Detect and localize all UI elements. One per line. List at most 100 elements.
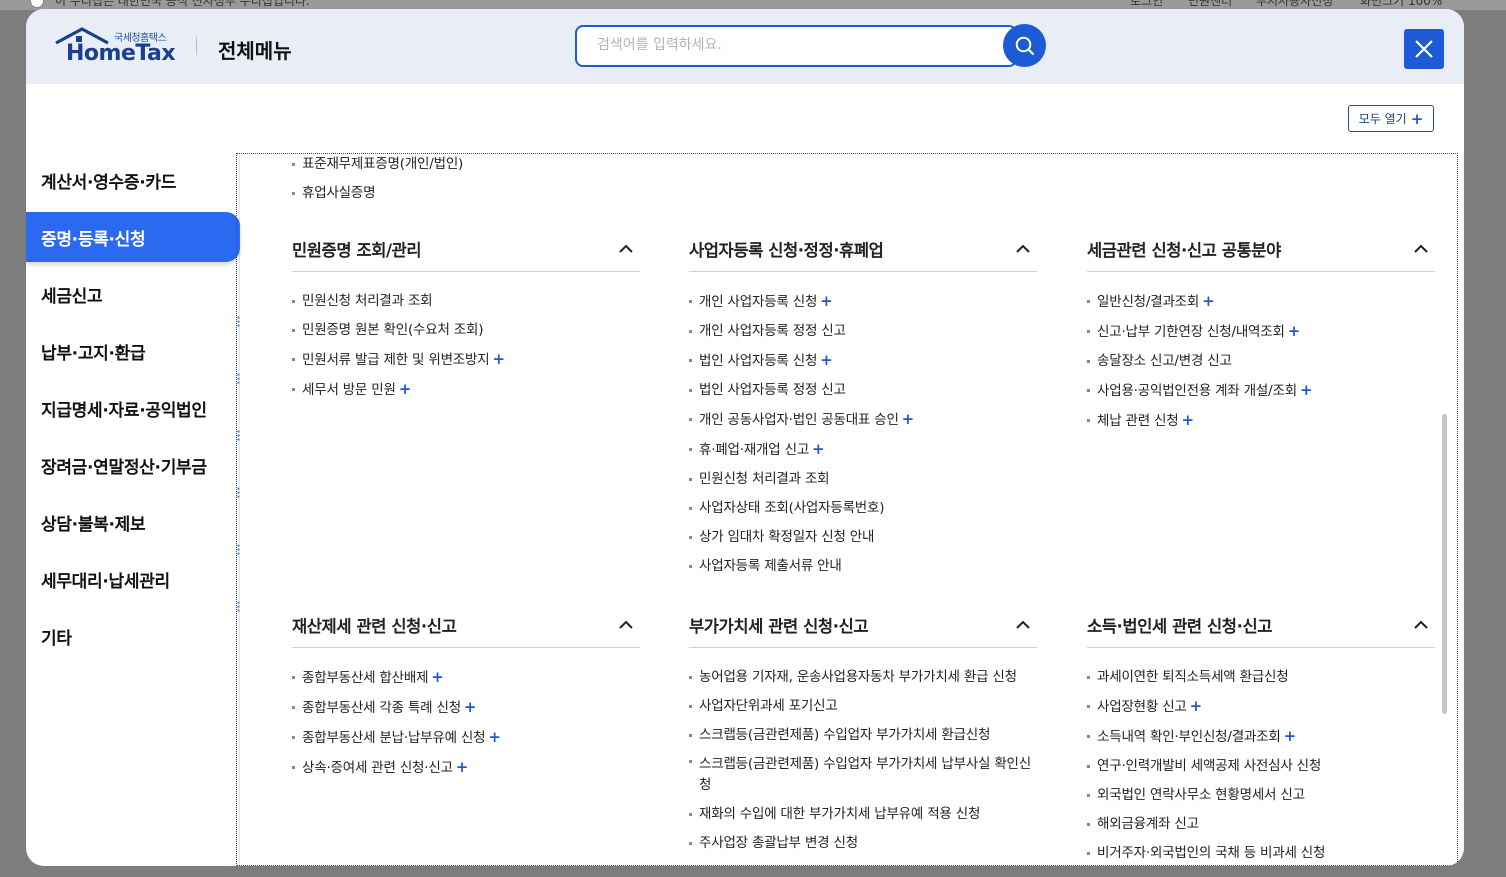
full-menu-modal: 국세청홈택스 HomeTax 전체메뉴 모두 열기 + 계산서·영수증·카드 (26, 9, 1464, 866)
section-header[interactable]: 부가가치세 관련 신청·신고 (689, 602, 1037, 648)
nav-item-incentive-yearend[interactable]: 장려금·연말정산·기부금 · · · (26, 437, 240, 503)
zoom-select[interactable]: 화면크기 100% (1360, 0, 1442, 9)
plus-icon[interactable]: + (820, 351, 833, 369)
menu-link[interactable]: 민원서류 발급 제한 및 위변조방지 + (292, 345, 640, 375)
menu-link[interactable]: 사업자상태 조회(사업자등록번호) (689, 494, 1037, 523)
section-header[interactable]: 재산제세 관련 신청·신고 (292, 602, 640, 648)
menu-link[interactable]: 신고·납부 기한연장 신청/내역조회 + (1087, 317, 1435, 347)
menu-link[interactable]: 법인 사업자등록 신청 + (689, 346, 1037, 376)
nav-item-tax-filing[interactable]: 세금신고 · · · (26, 266, 240, 332)
menu-link[interactable]: 해외금융계좌 신고 (1087, 810, 1435, 839)
link-label: 휴·폐업·재개업 신고 (699, 442, 810, 458)
plus-icon[interactable]: + (464, 698, 477, 716)
search-input[interactable] (597, 27, 997, 63)
menu-link[interactable]: 사업용·공익법인전용 계좌 개설/조회 + (1087, 376, 1435, 406)
plus-icon[interactable]: + (820, 292, 833, 310)
plus-icon[interactable]: + (1300, 381, 1313, 399)
plus-icon[interactable]: + (1284, 727, 1297, 745)
menu-link[interactable]: 상속·증여세 관련 신청·신고 + (292, 753, 640, 783)
modal-title: 전체메뉴 (218, 39, 292, 63)
menu-link[interactable]: 스크랩등(금관련제품) 수입업자 부가가치세 환급신청 (689, 721, 1037, 750)
nav-item-etc[interactable]: 기타 (26, 608, 240, 665)
menu-link[interactable]: 비거주자·외국법인의 국채 등 비과세 신청 (1087, 839, 1435, 865)
menu-link[interactable]: 과세이연한 퇴직소득세액 환급신청 (1087, 663, 1435, 692)
link-label: 민원증명 원본 확인(수요처 조회) (302, 322, 484, 338)
nav-item-tax-agent[interactable]: 세무대리·납세관리 · · · (26, 551, 240, 617)
nav-item-payment-refund[interactable]: 납부·고지·환급 · · · (26, 323, 240, 389)
plus-icon[interactable]: + (902, 410, 915, 428)
close-icon (1415, 40, 1433, 58)
menu-link[interactable]: 연구·인력개발비 세액공제 사전심사 신청 (1087, 752, 1435, 781)
menu-link[interactable]: 개인 사업자등록 정정 신고 (689, 317, 1037, 346)
plus-icon[interactable]: + (1288, 322, 1301, 340)
close-button[interactable] (1404, 29, 1444, 69)
menu-link[interactable]: 일반신청/결과조회 + (1087, 287, 1435, 317)
login-link[interactable]: 로그인 (1130, 0, 1163, 9)
menu-link[interactable]: 민원증명 원본 확인(수요처 조회) (292, 316, 640, 345)
menu-link[interactable]: 휴·폐업·재개업 신고 + (689, 435, 1037, 465)
nav-item-invoice-receipt-card[interactable]: 계산서·영수증·카드 (26, 152, 240, 209)
section-civil-certificate: 민원증명 조회/관리 민원신청 처리결과 조회 민원증명 원본 확인(수요처 조… (292, 226, 640, 405)
menu-link[interactable]: 종합부동산세 합산배제 + (292, 663, 640, 693)
section-header[interactable]: 세금관련 신청·신고 공통분야 (1087, 226, 1435, 272)
search-button[interactable] (1003, 24, 1046, 67)
chevron-up-icon[interactable] (618, 617, 634, 633)
link-label: 민원신청 처리결과 조회 (302, 293, 433, 309)
menu-link[interactable]: 재화의 수입에 대한 부가가치세 납부유예 적용 신청 (689, 800, 1037, 829)
plus-icon[interactable]: + (488, 728, 501, 746)
nav-item-payment-statement[interactable]: 지급명세·자료·공익법인 · · · (26, 380, 240, 446)
content-scrollbar[interactable] (1442, 414, 1447, 714)
menu-link[interactable]: 사업장현황 신고 + (1087, 692, 1435, 722)
link-label: 외국법인 연락사무소 현황명세서 신고 (1097, 787, 1305, 803)
plus-icon[interactable]: + (492, 350, 505, 368)
menu-link[interactable]: 농어업용 기자재, 운송사업용자동차 부가가치세 환급 신청 (689, 663, 1037, 692)
menu-link[interactable]: 상가 임대차 확정일자 신청 안내 (689, 523, 1037, 552)
plus-icon[interactable]: + (456, 758, 469, 776)
section-header[interactable]: 사업자등록 신청·정정·휴폐업 (689, 226, 1037, 272)
plus-icon[interactable]: + (399, 380, 412, 398)
section-business-registration: 사업자등록 신청·정정·휴폐업 개인 사업자등록 신청 + 개인 사업자등록 정정… (689, 226, 1037, 581)
section-header[interactable]: 민원증명 조회/관리 (292, 226, 640, 272)
chevron-up-icon[interactable] (1015, 241, 1031, 257)
menu-link[interactable]: 스크랩등(금관련제품) 수입업자 부가가치세 납부사실 확인신청 (689, 750, 1037, 800)
plus-icon[interactable]: + (812, 440, 825, 458)
menu-link[interactable]: 송달장소 신고/변경 신고 (1087, 347, 1435, 376)
menu-link[interactable]: 외국법인 연락사무소 현황명세서 신고 (1087, 781, 1435, 810)
hometax-logo[interactable]: 국세청홈택스 HomeTax (54, 27, 178, 69)
link-label: 체납 관련 신청 (1097, 413, 1179, 429)
menu-link[interactable]: 민원신청 처리결과 조회 (292, 287, 640, 316)
plus-icon[interactable]: + (1202, 292, 1215, 310)
menu-link[interactable]: 휴업사실증명 (292, 179, 463, 208)
plus-icon[interactable]: + (1182, 411, 1195, 429)
menu-link[interactable]: 사업자등록 제출서류 안내 (689, 552, 1037, 581)
nav-item-certificate-registration[interactable]: 증명·등록·신청 (26, 212, 240, 262)
menu-link[interactable]: 체납 관련 신청 + (1087, 406, 1435, 436)
open-all-button[interactable]: 모두 열기 + (1348, 105, 1434, 132)
open-all-label: 모두 열기 (1358, 112, 1407, 126)
civil-center-link[interactable]: 민원센터 (1188, 0, 1232, 9)
menu-link[interactable]: 소득내역 확인·부인신청/결과조회 + (1087, 722, 1435, 752)
nav-item-label: 장려금·연말정산·기부금 (41, 458, 207, 478)
menu-link[interactable]: 종합부동산세 분납·납부유예 신청 + (292, 723, 640, 753)
link-label: 일반신청/결과조회 (1097, 294, 1200, 310)
chevron-up-icon[interactable] (618, 241, 634, 257)
nav-item-consult-appeal[interactable]: 상담·불복·제보 · · · (26, 494, 240, 560)
menu-link[interactable]: 주사업장 총괄납부 변경 신청 (689, 829, 1037, 858)
link-label: 주사업장 총괄납부 변경 신청 (699, 835, 858, 851)
chevron-up-icon[interactable] (1015, 617, 1031, 633)
section-header[interactable]: 소득·법인세 관련 신청·신고 (1087, 602, 1435, 648)
chevron-up-icon[interactable] (1413, 617, 1429, 633)
menu-link[interactable]: 개인 사업자등록 신청 + (689, 287, 1037, 317)
chevron-up-icon[interactable] (1413, 241, 1429, 257)
plus-icon[interactable]: + (1190, 697, 1203, 715)
menu-link[interactable]: 종합부동산세 각종 특례 신청 + (292, 693, 640, 723)
menu-link[interactable]: 세무서 방문 민원 + (292, 375, 640, 405)
plus-icon[interactable]: + (431, 668, 444, 686)
menu-link[interactable]: 민원신청 처리결과 조회 (689, 465, 1037, 494)
top-link-list: 표준재무제표증명(개인/법인) 휴업사실증명 (292, 154, 463, 208)
menu-link[interactable]: 개인 공동사업자·법인 공동대표 승인 + (689, 405, 1037, 435)
menu-link[interactable]: 법인 사업자등록 정정 신고 (689, 376, 1037, 405)
menu-link[interactable]: 사업자단위과세 포기신고 (689, 692, 1037, 721)
dept-user-link[interactable]: 부서사용자신청 (1256, 0, 1333, 9)
menu-link[interactable]: 표준재무제표증명(개인/법인) (292, 154, 463, 179)
